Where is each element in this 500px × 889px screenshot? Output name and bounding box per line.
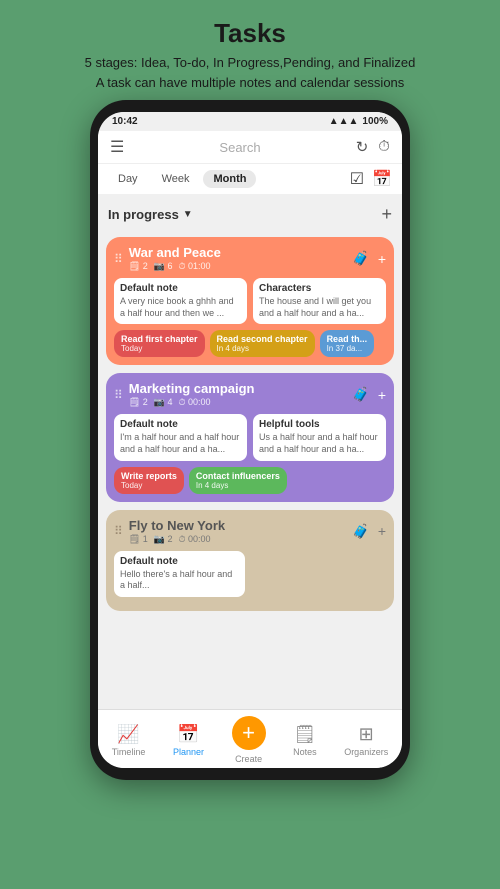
note-body-m: I'm a half hour and a half hour and a ha… [120,432,241,455]
section-title-text: In progress [108,207,179,222]
task-title-war: War and Peace [129,245,221,260]
battery: 100% [362,116,388,127]
task-card-fly: ⠿ Fly to New York 🗒 1 📷 2 ⏱ 00:00 🧳 [106,510,394,611]
note-body-chars: The house and I will get you and a half … [259,296,380,319]
bottom-nav: 📈 Timeline 📅 Planner + Create 🗒 Notes ⊞ … [98,709,402,768]
add-to-task-button[interactable]: + [378,251,386,267]
nav-item-timeline[interactable]: 📈 Timeline [112,724,146,757]
session-chip-read-first[interactable]: Read first chapter Today [114,330,205,357]
timeline-icon: 📈 [117,724,139,745]
session-chip-contact[interactable]: Contact influencers In 4 days [189,467,287,494]
organizers-icon: ⊞ [359,724,374,745]
create-button[interactable]: + [232,716,266,750]
suitcase-icon[interactable]: 🧳 [352,250,369,267]
note-card-default[interactable]: Default note A very nice book a ghhh and… [114,278,247,324]
filter-bar: Day Week Month ☑ 📅 [98,164,402,194]
task-card-marketing: ⠿ Marketing campaign 🗒 2 📷 4 ⏱ 00:00 🧳 [106,373,394,501]
session-chip-read-third[interactable]: Read th... In 37 da... [320,330,375,357]
task-meta-time: ⏱ 01:00 [178,261,210,272]
phone-screen: 10:42 ▲▲▲ 100% ☰ Search ↻ ⏱ Day [98,112,402,768]
note-card-helpful[interactable]: Helpful tools Us a half hour and a half … [253,414,386,460]
task-meta-time-f: ⏱ 00:00 [178,534,210,545]
suitcase-icon-2[interactable]: 🧳 [352,386,369,403]
phone-frame: 10:42 ▲▲▲ 100% ☰ Search ↻ ⏱ Day [90,100,410,780]
tab-week[interactable]: Week [152,170,200,188]
task-title-marketing: Marketing campaign [129,381,255,396]
nav-item-planner[interactable]: 📅 Planner [173,724,204,757]
clock: 10:42 [112,116,138,127]
task-meta-notes-m: 🗒 2 [129,397,148,408]
note-title-chars: Characters [259,283,380,294]
refresh-icon[interactable]: ↻ [356,138,369,156]
top-bar: ☰ Search ↻ ⏱ [98,131,402,164]
session-chip-write-reports[interactable]: Write reports Today [114,467,184,494]
drag-handle-icon: ⠿ [114,252,123,266]
status-bar: 10:42 ▲▲▲ 100% [98,112,402,131]
task-meta-photos-f: 📷 2 [154,534,173,545]
notes-icon: 🗒 [293,724,316,745]
add-to-task-button-2[interactable]: + [378,387,386,403]
note-title-f: Default note [120,556,239,567]
add-to-task-button-3[interactable]: + [378,523,386,539]
task-meta-notes-f: 🗒 1 [129,534,148,545]
planner-icon: 📅 [177,724,199,745]
search-box[interactable]: Search [124,140,355,155]
note-body-helpful: Us a half hour and a half hour and a hal… [259,432,380,455]
note-title-helpful: Helpful tools [259,419,380,430]
task-meta-notes: 🗒 2 [129,261,148,272]
note-title: Default note [120,283,241,294]
task-meta-photos-m: 📷 4 [154,397,173,408]
check-calendar-icon[interactable]: ☑ [350,169,364,189]
page-title: Tasks [85,18,416,49]
nav-item-organizers[interactable]: ⊞ Organizers [344,724,388,757]
task-meta-photos: 📷 6 [154,261,173,272]
tab-month[interactable]: Month [203,170,256,188]
note-body-f: Hello there's a half hour and a half... [120,569,239,592]
nav-item-notes[interactable]: 🗒 Notes [293,724,317,757]
session-chip-read-second[interactable]: Read second chapter In 4 days [210,330,315,357]
timer-icon[interactable]: ⏱ [378,138,390,156]
add-task-button[interactable]: + [381,204,392,225]
nav-item-create[interactable]: + Create [232,716,266,764]
task-card-war-and-peace: ⠿ War and Peace 🗒 2 📷 6 ⏱ 01:00 🧳 [106,237,394,365]
task-title-fly: Fly to New York [129,518,225,533]
note-card-default-f[interactable]: Default note Hello there's a half hour a… [114,551,245,597]
note-card-default-m[interactable]: Default note I'm a half hour and a half … [114,414,247,460]
signal-icon: ▲▲▲ [329,116,359,127]
section-header: In progress ▼ + [106,200,394,229]
tab-day[interactable]: Day [108,170,148,188]
page-subtitle: 5 stages: Idea, To-do, In Progress,Pendi… [85,53,416,92]
drag-handle-icon-3: ⠿ [114,524,123,538]
task-meta-time-m: ⏱ 00:00 [178,397,210,408]
calendar-grid-icon[interactable]: 📅 [372,169,392,189]
note-body: A very nice book a ghhh and a half hour … [120,296,241,319]
note-card-characters[interactable]: Characters The house and I will get you … [253,278,386,324]
scroll-area: In progress ▼ + ⠿ War and Peace 🗒 2 📷 6 [98,194,402,709]
suitcase-icon-3[interactable]: 🧳 [352,523,369,540]
note-title-m: Default note [120,419,241,430]
page-header: Tasks 5 stages: Idea, To-do, In Progress… [65,0,436,100]
menu-icon[interactable]: ☰ [110,137,124,157]
search-placeholder: Search [219,140,260,155]
dropdown-arrow-icon[interactable]: ▼ [183,209,193,220]
drag-handle-icon-2: ⠿ [114,388,123,402]
